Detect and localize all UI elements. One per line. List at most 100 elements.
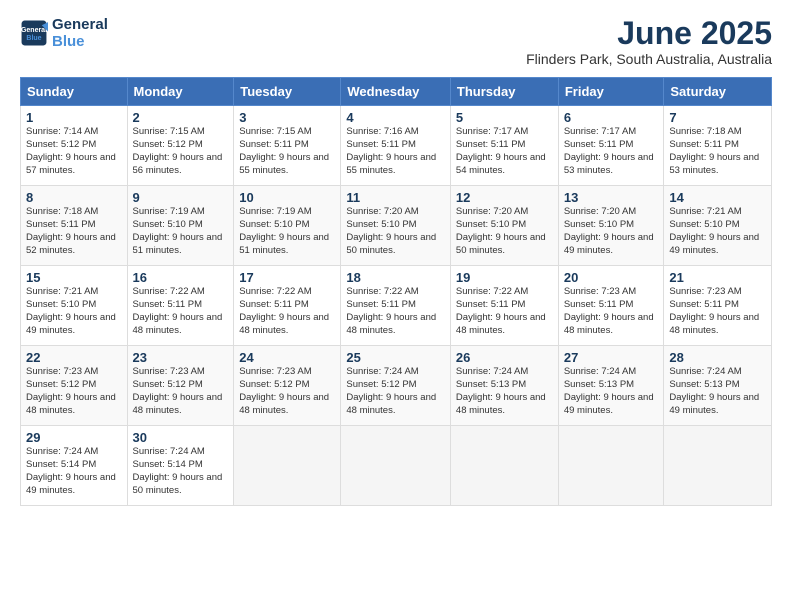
calendar-day-cell: 7 Sunrise: 7:18 AMSunset: 5:11 PMDayligh… xyxy=(664,106,772,186)
day-number: 14 xyxy=(669,190,766,205)
logo-text: General Blue xyxy=(52,16,108,51)
calendar-week-row: 15 Sunrise: 7:21 AMSunset: 5:10 PMDaylig… xyxy=(21,266,772,346)
day-number: 23 xyxy=(133,350,229,365)
day-number: 20 xyxy=(564,270,659,285)
month-title: June 2025 xyxy=(526,16,772,51)
day-detail: Sunrise: 7:14 AMSunset: 5:12 PMDaylight:… xyxy=(26,126,116,175)
calendar-day-cell: 13 Sunrise: 7:20 AMSunset: 5:10 PMDaylig… xyxy=(558,186,664,266)
calendar-day-cell: 12 Sunrise: 7:20 AMSunset: 5:10 PMDaylig… xyxy=(450,186,558,266)
calendar-day-cell: 3 Sunrise: 7:15 AMSunset: 5:11 PMDayligh… xyxy=(234,106,341,186)
day-number: 29 xyxy=(26,430,122,445)
day-number: 28 xyxy=(669,350,766,365)
calendar-day-cell: 21 Sunrise: 7:23 AMSunset: 5:11 PMDaylig… xyxy=(664,266,772,346)
calendar-day-cell: 30 Sunrise: 7:24 AMSunset: 5:14 PMDaylig… xyxy=(127,426,234,506)
day-detail: Sunrise: 7:22 AMSunset: 5:11 PMDaylight:… xyxy=(346,286,436,335)
day-number: 3 xyxy=(239,110,335,125)
calendar-day-cell: 1 Sunrise: 7:14 AMSunset: 5:12 PMDayligh… xyxy=(21,106,128,186)
calendar-day-cell: 20 Sunrise: 7:23 AMSunset: 5:11 PMDaylig… xyxy=(558,266,664,346)
day-number: 25 xyxy=(346,350,445,365)
day-detail: Sunrise: 7:23 AMSunset: 5:12 PMDaylight:… xyxy=(239,366,329,415)
calendar-day-cell: 8 Sunrise: 7:18 AMSunset: 5:11 PMDayligh… xyxy=(21,186,128,266)
day-detail: Sunrise: 7:18 AMSunset: 5:11 PMDaylight:… xyxy=(669,126,759,175)
day-number: 16 xyxy=(133,270,229,285)
calendar-day-cell: 6 Sunrise: 7:17 AMSunset: 5:11 PMDayligh… xyxy=(558,106,664,186)
calendar-day-cell: 23 Sunrise: 7:23 AMSunset: 5:12 PMDaylig… xyxy=(127,346,234,426)
calendar-day-cell: 28 Sunrise: 7:24 AMSunset: 5:13 PMDaylig… xyxy=(664,346,772,426)
logo: General Blue General Blue xyxy=(20,16,108,51)
day-detail: Sunrise: 7:21 AMSunset: 5:10 PMDaylight:… xyxy=(669,206,759,255)
day-detail: Sunrise: 7:23 AMSunset: 5:11 PMDaylight:… xyxy=(564,286,654,335)
calendar-day-cell: 4 Sunrise: 7:16 AMSunset: 5:11 PMDayligh… xyxy=(341,106,451,186)
day-number: 26 xyxy=(456,350,553,365)
day-number: 11 xyxy=(346,190,445,205)
day-detail: Sunrise: 7:16 AMSunset: 5:11 PMDaylight:… xyxy=(346,126,436,175)
weekday-header-saturday: Saturday xyxy=(664,78,772,106)
calendar-day-cell: 11 Sunrise: 7:20 AMSunset: 5:10 PMDaylig… xyxy=(341,186,451,266)
day-number: 9 xyxy=(133,190,229,205)
day-detail: Sunrise: 7:18 AMSunset: 5:11 PMDaylight:… xyxy=(26,206,116,255)
day-number: 13 xyxy=(564,190,659,205)
calendar-day-cell: 19 Sunrise: 7:22 AMSunset: 5:11 PMDaylig… xyxy=(450,266,558,346)
day-number: 18 xyxy=(346,270,445,285)
calendar-day-cell xyxy=(341,426,451,506)
day-detail: Sunrise: 7:20 AMSunset: 5:10 PMDaylight:… xyxy=(456,206,546,255)
day-number: 5 xyxy=(456,110,553,125)
day-number: 15 xyxy=(26,270,122,285)
day-number: 2 xyxy=(133,110,229,125)
subtitle: Flinders Park, South Australia, Australi… xyxy=(526,51,772,67)
day-detail: Sunrise: 7:24 AMSunset: 5:14 PMDaylight:… xyxy=(26,446,116,495)
day-detail: Sunrise: 7:19 AMSunset: 5:10 PMDaylight:… xyxy=(239,206,329,255)
calendar-day-cell: 17 Sunrise: 7:22 AMSunset: 5:11 PMDaylig… xyxy=(234,266,341,346)
weekday-header-friday: Friday xyxy=(558,78,664,106)
day-detail: Sunrise: 7:20 AMSunset: 5:10 PMDaylight:… xyxy=(346,206,436,255)
calendar-day-cell: 25 Sunrise: 7:24 AMSunset: 5:12 PMDaylig… xyxy=(341,346,451,426)
day-number: 27 xyxy=(564,350,659,365)
day-detail: Sunrise: 7:22 AMSunset: 5:11 PMDaylight:… xyxy=(239,286,329,335)
calendar-day-cell xyxy=(234,426,341,506)
day-number: 17 xyxy=(239,270,335,285)
calendar-day-cell: 18 Sunrise: 7:22 AMSunset: 5:11 PMDaylig… xyxy=(341,266,451,346)
day-detail: Sunrise: 7:23 AMSunset: 5:12 PMDaylight:… xyxy=(26,366,116,415)
header: General Blue General Blue June 2025 Flin… xyxy=(20,16,772,67)
calendar-day-cell xyxy=(664,426,772,506)
day-number: 1 xyxy=(26,110,122,125)
day-detail: Sunrise: 7:21 AMSunset: 5:10 PMDaylight:… xyxy=(26,286,116,335)
day-detail: Sunrise: 7:17 AMSunset: 5:11 PMDaylight:… xyxy=(564,126,654,175)
day-detail: Sunrise: 7:23 AMSunset: 5:12 PMDaylight:… xyxy=(133,366,223,415)
day-detail: Sunrise: 7:24 AMSunset: 5:14 PMDaylight:… xyxy=(133,446,223,495)
day-number: 4 xyxy=(346,110,445,125)
day-detail: Sunrise: 7:22 AMSunset: 5:11 PMDaylight:… xyxy=(456,286,546,335)
day-number: 21 xyxy=(669,270,766,285)
day-number: 8 xyxy=(26,190,122,205)
day-detail: Sunrise: 7:15 AMSunset: 5:11 PMDaylight:… xyxy=(239,126,329,175)
weekday-header-wednesday: Wednesday xyxy=(341,78,451,106)
day-detail: Sunrise: 7:24 AMSunset: 5:12 PMDaylight:… xyxy=(346,366,436,415)
day-detail: Sunrise: 7:19 AMSunset: 5:10 PMDaylight:… xyxy=(133,206,223,255)
calendar-week-row: 8 Sunrise: 7:18 AMSunset: 5:11 PMDayligh… xyxy=(21,186,772,266)
weekday-header-tuesday: Tuesday xyxy=(234,78,341,106)
day-number: 6 xyxy=(564,110,659,125)
logo-icon: General Blue xyxy=(20,19,48,47)
calendar-day-cell: 2 Sunrise: 7:15 AMSunset: 5:12 PMDayligh… xyxy=(127,106,234,186)
weekday-header-sunday: Sunday xyxy=(21,78,128,106)
weekday-header-row: SundayMondayTuesdayWednesdayThursdayFrid… xyxy=(21,78,772,106)
calendar-day-cell: 26 Sunrise: 7:24 AMSunset: 5:13 PMDaylig… xyxy=(450,346,558,426)
weekday-header-monday: Monday xyxy=(127,78,234,106)
calendar-table: SundayMondayTuesdayWednesdayThursdayFrid… xyxy=(20,77,772,506)
calendar-day-cell xyxy=(558,426,664,506)
svg-text:Blue: Blue xyxy=(26,35,41,42)
calendar-day-cell: 10 Sunrise: 7:19 AMSunset: 5:10 PMDaylig… xyxy=(234,186,341,266)
weekday-header-thursday: Thursday xyxy=(450,78,558,106)
calendar-week-row: 29 Sunrise: 7:24 AMSunset: 5:14 PMDaylig… xyxy=(21,426,772,506)
day-number: 22 xyxy=(26,350,122,365)
page: General Blue General Blue June 2025 Flin… xyxy=(0,0,792,612)
calendar-day-cell: 14 Sunrise: 7:21 AMSunset: 5:10 PMDaylig… xyxy=(664,186,772,266)
day-number: 12 xyxy=(456,190,553,205)
calendar-week-row: 1 Sunrise: 7:14 AMSunset: 5:12 PMDayligh… xyxy=(21,106,772,186)
day-detail: Sunrise: 7:24 AMSunset: 5:13 PMDaylight:… xyxy=(456,366,546,415)
calendar-day-cell: 29 Sunrise: 7:24 AMSunset: 5:14 PMDaylig… xyxy=(21,426,128,506)
day-detail: Sunrise: 7:24 AMSunset: 5:13 PMDaylight:… xyxy=(669,366,759,415)
calendar-week-row: 22 Sunrise: 7:23 AMSunset: 5:12 PMDaylig… xyxy=(21,346,772,426)
calendar-day-cell: 27 Sunrise: 7:24 AMSunset: 5:13 PMDaylig… xyxy=(558,346,664,426)
day-detail: Sunrise: 7:17 AMSunset: 5:11 PMDaylight:… xyxy=(456,126,546,175)
